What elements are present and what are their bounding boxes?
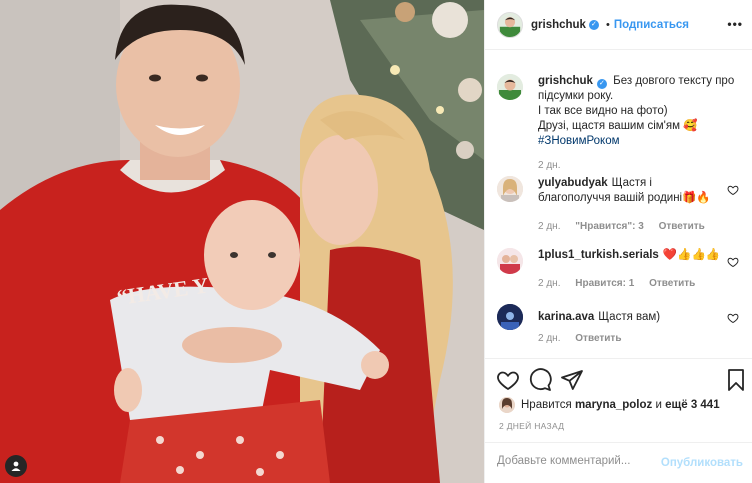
comment-meta: 2 дн. Нравится: 1 Ответить [538,278,707,289]
heart-icon[interactable] [727,256,739,268]
reply-button[interactable]: Ответить [575,333,621,344]
follow-button[interactable]: Подписаться [614,19,689,31]
author-avatar[interactable] [497,11,523,38]
avatar-image [497,304,523,330]
post-actions-bar [485,358,752,394]
comment-time[interactable]: 2 дн. [538,278,560,289]
tag-people-button[interactable] [5,455,27,477]
liker-avatar [499,397,515,413]
caption-line: підсумки року. [538,90,614,102]
comment-username[interactable]: karina.ava [538,311,594,323]
separator-dot: • [605,18,610,31]
verified-badge-icon: ✓ [596,79,607,89]
likes-prefix: Нравится [521,399,572,411]
comment-icon[interactable] [528,368,552,392]
caption-line: Друзі, щастя вашим сім'ям 🥰 [538,120,698,132]
avatar-image [497,248,523,274]
post-side-panel: grishchuk ✓ • Подписаться ••• grishchuk ✓… [484,0,752,483]
comment-likes[interactable]: Нравится: 1 [575,278,634,289]
comment-text: yulyabudyak Щастя і благополуччя вашій ро… [538,176,725,206]
comment-meta: 2 дн. "Нравится": 3 Ответить [538,221,717,232]
comment-body: ❤️👍👍👍 [662,249,721,261]
commenter-avatar[interactable] [497,176,523,202]
caption-line: І так все видно на фото) [538,105,668,117]
publish-button[interactable]: Опубликовать [661,457,743,469]
likes-summary[interactable]: Нравится maryna_poloz и ещё 3 441 [499,397,720,413]
author-username[interactable]: grishchuk [531,19,586,31]
person-icon [11,461,21,471]
caption-line: Без довгого тексту про [613,75,735,87]
likes-count[interactable]: ещё 3 441 [665,399,719,411]
comment-text: karina.ava Щастя вам) [538,310,725,325]
post-photo[interactable]: “HAVE Y [0,0,484,483]
caption-username[interactable]: grishchuk [538,75,593,87]
hashtag-link[interactable]: #ЗНовимРоком [538,135,620,147]
add-comment-bar: Опубликовать [485,442,752,483]
comment-username[interactable]: yulyabudyak [538,177,608,189]
avatar-image [498,12,522,37]
family-photo-illustration: “HAVE Y [0,0,484,483]
caption-text: grishchuk ✓ Без довгого тексту про підсум… [538,74,747,149]
heart-icon[interactable] [727,312,739,324]
comment-meta: 2 дн. Ответить [538,333,633,344]
avatar-image [497,74,523,100]
reply-button[interactable]: Ответить [659,221,705,232]
likes-conjunction: и [655,399,662,411]
author-avatar[interactable] [497,74,523,100]
comment-text: 1plus1_turkish.serials ❤️👍👍👍 [538,248,725,263]
avatar-image [499,397,515,413]
more-options-button[interactable]: ••• [727,17,743,31]
reply-button[interactable]: Ответить [649,278,695,289]
bookmark-icon[interactable] [724,368,748,392]
comment-username[interactable]: 1plus1_turkish.serials [538,249,659,261]
post-date[interactable]: 2 ДНЕЙ НАЗАД [499,421,564,431]
caption-time[interactable]: 2 дн. [538,160,560,171]
commenter-avatar[interactable] [497,248,523,274]
comment-time[interactable]: 2 дн. [538,221,560,232]
share-icon[interactable] [560,368,584,392]
comment-time[interactable]: 2 дн. [538,333,560,344]
comment-input[interactable] [497,455,657,467]
commenter-avatar[interactable] [497,304,523,330]
post-header: grishchuk ✓ • Подписаться ••• [485,0,752,50]
comment-body: Щастя вам) [598,311,661,323]
comment-likes[interactable]: "Нравится": 3 [575,221,644,232]
avatar-image [497,176,523,202]
liker-username[interactable]: maryna_poloz [575,399,652,411]
verified-badge-icon: ✓ [588,19,599,30]
heart-icon[interactable] [727,184,739,196]
caption-meta: 2 дн. [538,160,572,171]
heart-icon[interactable] [496,368,520,392]
